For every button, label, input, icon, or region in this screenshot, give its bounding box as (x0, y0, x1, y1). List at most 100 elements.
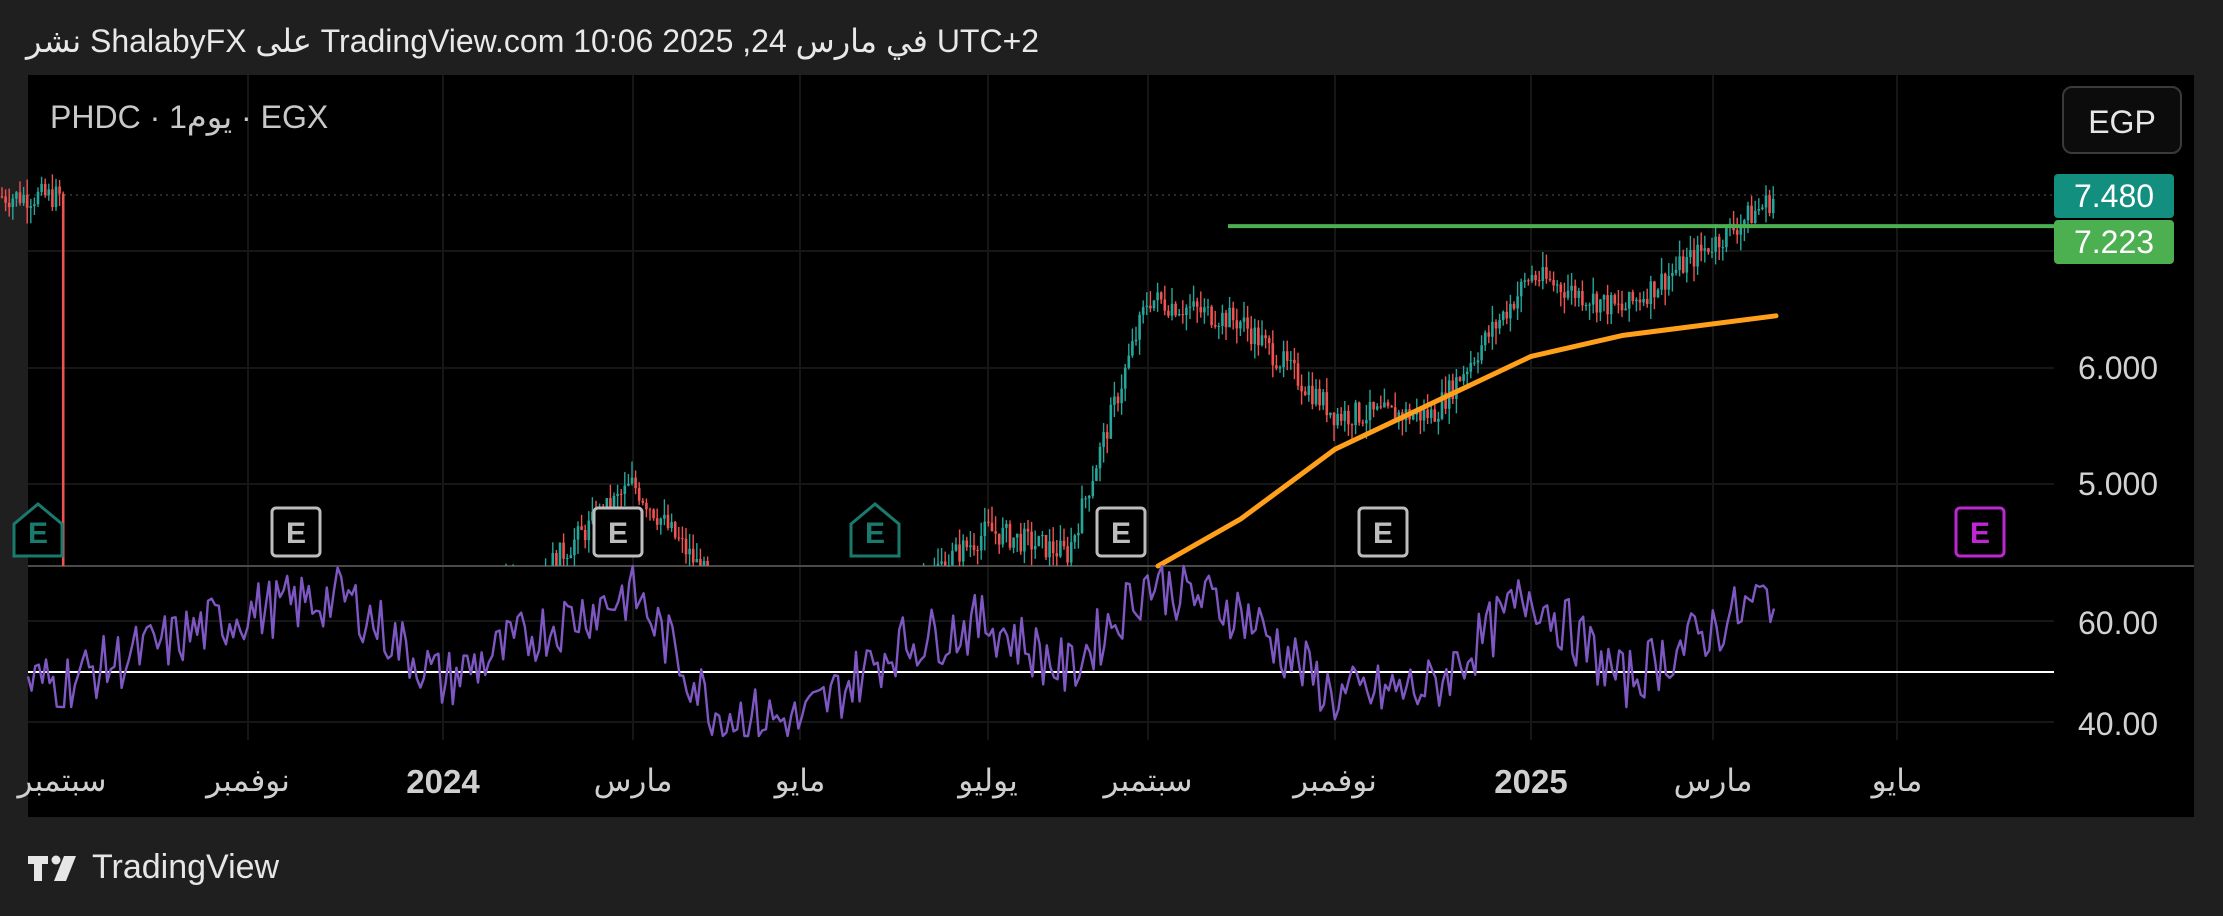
candle-body (1149, 305, 1152, 309)
candle-body (1606, 295, 1609, 315)
candle-body (1595, 293, 1599, 313)
candle-body (997, 533, 1001, 545)
tradingview-logo-icon (28, 855, 76, 881)
candle-body (1696, 244, 1699, 267)
candle-body (1203, 307, 1206, 313)
candle-body (940, 561, 943, 564)
candle-body (1552, 279, 1555, 286)
candle-body (1573, 285, 1577, 298)
candle-body (1509, 303, 1512, 319)
candle-body (1386, 402, 1390, 406)
candle-body (1678, 256, 1681, 270)
candle-body (1631, 292, 1635, 302)
candle-body (1437, 418, 1440, 422)
candle-body (1505, 311, 1509, 319)
candle-body (1282, 351, 1285, 368)
candle-body (1473, 362, 1476, 364)
candle-body (1123, 367, 1127, 389)
candle-body (1483, 332, 1487, 346)
candle-body (1044, 535, 1048, 558)
candle-body (1674, 269, 1678, 273)
price-tick-6: 6.000 (2078, 350, 2159, 386)
candle-body (1703, 248, 1707, 251)
tradingview-logo[interactable]: TradingView (26, 848, 279, 887)
candle-body (1494, 321, 1498, 329)
candle-body (1170, 303, 1174, 316)
candle-body (1048, 541, 1051, 558)
candle-body (1343, 410, 1347, 421)
candle-body (1422, 409, 1426, 421)
candle-body (1563, 292, 1566, 298)
candle-body (1462, 374, 1465, 381)
candle-body (699, 559, 702, 566)
candle-body (1329, 412, 1332, 416)
candle-body (1325, 392, 1329, 416)
candle-body (1185, 307, 1188, 316)
candle-body (1033, 545, 1037, 550)
candle-body (1764, 195, 1768, 208)
tradingview-brand-text: TradingView (92, 848, 280, 886)
candle-body (994, 531, 997, 534)
candle-body (1303, 391, 1307, 395)
candle-body (51, 189, 54, 208)
candle-body (1642, 298, 1645, 303)
candle-body (641, 500, 645, 503)
candle-body (1062, 540, 1066, 547)
candle-body (1098, 446, 1102, 469)
candle-body (40, 183, 43, 192)
candle-body (1365, 420, 1368, 424)
candle-body (1267, 338, 1271, 344)
candle-body (1260, 335, 1264, 346)
candle-body (1235, 320, 1239, 329)
candle-body (1469, 362, 1473, 372)
candle-body (1757, 209, 1761, 211)
x-label-2025: 2025 (1494, 763, 1568, 800)
candle-body (1134, 339, 1138, 342)
candle-body (1699, 244, 1703, 251)
candle-body (1087, 496, 1091, 499)
candle-body (1300, 385, 1303, 392)
candle-body (1177, 314, 1181, 316)
candle-body (691, 548, 695, 563)
x-label-mar-2025: مارس (1673, 763, 1753, 798)
rsi-tick-40: 40.00 (2078, 706, 2159, 742)
currency-button[interactable]: EGP (2062, 86, 2182, 154)
candle-body (1249, 328, 1253, 345)
candle-body (1228, 307, 1231, 328)
candle-body (11, 198, 15, 208)
candle-body (15, 192, 18, 199)
candle-body (1271, 343, 1275, 366)
earnings-marker-label: E (608, 517, 628, 550)
candle-body (979, 535, 983, 551)
candle-body (1530, 274, 1534, 281)
candle-body (1638, 299, 1642, 303)
candle-body (1332, 412, 1336, 426)
candle-body (1239, 321, 1242, 329)
candle-body (29, 205, 33, 208)
candle-body (1109, 404, 1113, 439)
candle-body (1383, 402, 1386, 408)
candle-body (1635, 299, 1638, 302)
candle-body (954, 544, 958, 551)
candle-body (1613, 295, 1617, 304)
candle-body (688, 548, 691, 555)
candle-body (936, 563, 940, 566)
candle-body (630, 477, 634, 484)
candle-body (1181, 314, 1185, 316)
candle-body (1609, 295, 1613, 315)
candle-body (555, 552, 558, 566)
candle-body (673, 522, 677, 538)
earnings-marker-label: E (865, 517, 885, 550)
candle-body (1217, 326, 1221, 328)
candle-body (1591, 293, 1595, 305)
candle-body (666, 514, 670, 528)
candle-body (1314, 388, 1318, 405)
candle-body (1771, 198, 1775, 214)
candle-body (7, 202, 11, 208)
candle-body (1516, 296, 1519, 309)
candle-body (1624, 308, 1627, 311)
candle-body (1005, 523, 1008, 528)
candle-body (576, 526, 580, 540)
candle-body (1368, 401, 1372, 421)
candle-body (677, 537, 681, 539)
